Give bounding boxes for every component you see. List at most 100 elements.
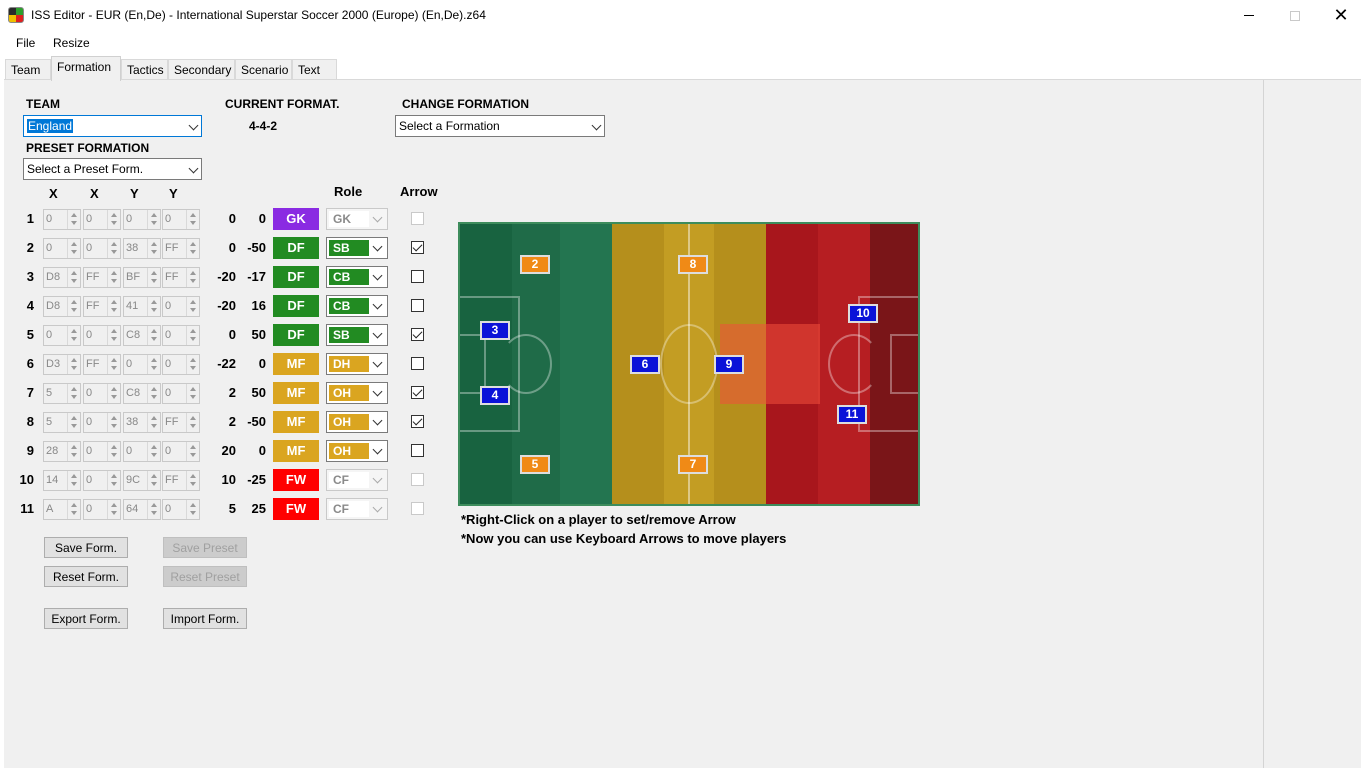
spinner-arrows-icon[interactable] bbox=[186, 210, 199, 229]
spinner-arrows-icon[interactable] bbox=[107, 384, 120, 403]
spinner-arrows-icon[interactable] bbox=[186, 297, 199, 316]
save-preset-button[interactable]: Save Preset bbox=[163, 537, 247, 558]
coordinate-spinner-x1[interactable]: 28 bbox=[43, 441, 81, 462]
close-button[interactable]: ✕ bbox=[1318, 0, 1364, 31]
arrow-checkbox[interactable] bbox=[411, 357, 424, 370]
spinner-arrows-icon[interactable] bbox=[107, 239, 120, 258]
spinner-arrows-icon[interactable] bbox=[147, 355, 160, 374]
role-select[interactable]: GK bbox=[326, 208, 388, 230]
tab-secondary[interactable]: Secondary bbox=[168, 59, 235, 80]
coordinate-spinner-x2[interactable]: 0 bbox=[83, 325, 121, 346]
arrow-checkbox[interactable] bbox=[411, 415, 424, 428]
spinner-arrows-icon[interactable] bbox=[107, 210, 120, 229]
coordinate-spinner-x2[interactable]: 0 bbox=[83, 441, 121, 462]
pitch-player-2[interactable]: 2 bbox=[520, 255, 550, 274]
coordinate-spinner-y1[interactable]: 0 bbox=[123, 354, 161, 375]
spinner-arrows-icon[interactable] bbox=[147, 384, 160, 403]
role-select[interactable]: DH bbox=[326, 353, 388, 375]
role-select[interactable]: SB bbox=[326, 237, 388, 259]
spinner-arrows-icon[interactable] bbox=[186, 471, 199, 490]
coordinate-spinner-x2[interactable]: FF bbox=[83, 354, 121, 375]
role-select[interactable]: CF bbox=[326, 498, 388, 520]
coordinate-spinner-x2[interactable]: FF bbox=[83, 267, 121, 288]
spinner-arrows-icon[interactable] bbox=[67, 239, 80, 258]
spinner-arrows-icon[interactable] bbox=[186, 326, 199, 345]
spinner-arrows-icon[interactable] bbox=[67, 413, 80, 432]
spinner-arrows-icon[interactable] bbox=[147, 471, 160, 490]
coordinate-spinner-y1[interactable]: 38 bbox=[123, 412, 161, 433]
coordinate-spinner-x2[interactable]: 0 bbox=[83, 383, 121, 404]
coordinate-spinner-x1[interactable]: A bbox=[43, 499, 81, 520]
coordinate-spinner-x2[interactable]: 0 bbox=[83, 209, 121, 230]
spinner-arrows-icon[interactable] bbox=[107, 326, 120, 345]
spinner-arrows-icon[interactable] bbox=[67, 210, 80, 229]
spinner-arrows-icon[interactable] bbox=[147, 210, 160, 229]
coordinate-spinner-y2[interactable]: FF bbox=[162, 238, 200, 259]
spinner-arrows-icon[interactable] bbox=[186, 384, 199, 403]
pitch-player-6[interactable]: 6 bbox=[630, 355, 660, 374]
coordinate-spinner-x2[interactable]: 0 bbox=[83, 499, 121, 520]
coordinate-spinner-y2[interactable]: 0 bbox=[162, 325, 200, 346]
maximize-button[interactable] bbox=[1272, 0, 1318, 31]
pitch-player-7[interactable]: 7 bbox=[678, 455, 708, 474]
spinner-arrows-icon[interactable] bbox=[67, 297, 80, 316]
coordinate-spinner-y2[interactable]: FF bbox=[162, 470, 200, 491]
coordinate-spinner-x1[interactable]: 0 bbox=[43, 209, 81, 230]
spinner-arrows-icon[interactable] bbox=[107, 297, 120, 316]
spinner-arrows-icon[interactable] bbox=[186, 268, 199, 287]
spinner-arrows-icon[interactable] bbox=[107, 413, 120, 432]
spinner-arrows-icon[interactable] bbox=[147, 268, 160, 287]
export-form-button[interactable]: Export Form. bbox=[44, 608, 128, 629]
pitch-player-11[interactable]: 11 bbox=[837, 405, 867, 424]
tab-formation[interactable]: Formation bbox=[51, 56, 121, 81]
arrow-checkbox[interactable] bbox=[411, 386, 424, 399]
coordinate-spinner-y1[interactable]: BF bbox=[123, 267, 161, 288]
coordinate-spinner-y2[interactable]: 0 bbox=[162, 354, 200, 375]
coordinate-spinner-x1[interactable]: D3 bbox=[43, 354, 81, 375]
coordinate-spinner-y2[interactable]: 0 bbox=[162, 499, 200, 520]
spinner-arrows-icon[interactable] bbox=[67, 442, 80, 461]
preset-formation-select[interactable]: Select a Preset Form. bbox=[23, 158, 202, 180]
arrow-checkbox[interactable] bbox=[411, 328, 424, 341]
coordinate-spinner-y1[interactable]: C8 bbox=[123, 383, 161, 404]
spinner-arrows-icon[interactable] bbox=[186, 355, 199, 374]
coordinate-spinner-y1[interactable]: 0 bbox=[123, 209, 161, 230]
coordinate-spinner-x1[interactable]: 0 bbox=[43, 325, 81, 346]
tab-tactics[interactable]: Tactics bbox=[121, 59, 168, 80]
spinner-arrows-icon[interactable] bbox=[67, 268, 80, 287]
coordinate-spinner-x2[interactable]: 0 bbox=[83, 412, 121, 433]
coordinate-spinner-y2[interactable]: 0 bbox=[162, 209, 200, 230]
spinner-arrows-icon[interactable] bbox=[147, 326, 160, 345]
change-formation-select[interactable]: Select a Formation bbox=[395, 115, 605, 137]
pitch-player-3[interactable]: 3 bbox=[480, 321, 510, 340]
menu-file[interactable]: File bbox=[16, 36, 35, 50]
spinner-arrows-icon[interactable] bbox=[107, 471, 120, 490]
reset-preset-button[interactable]: Reset Preset bbox=[163, 566, 247, 587]
coordinate-spinner-y2[interactable]: FF bbox=[162, 412, 200, 433]
pitch-player-4[interactable]: 4 bbox=[480, 386, 510, 405]
coordinate-spinner-x1[interactable]: 5 bbox=[43, 412, 81, 433]
spinner-arrows-icon[interactable] bbox=[147, 297, 160, 316]
team-select[interactable]: England bbox=[23, 115, 202, 137]
coordinate-spinner-y1[interactable]: 41 bbox=[123, 296, 161, 317]
spinner-arrows-icon[interactable] bbox=[186, 413, 199, 432]
pitch-player-8[interactable]: 8 bbox=[678, 255, 708, 274]
pitch-player-10[interactable]: 10 bbox=[848, 304, 878, 323]
role-select[interactable]: OH bbox=[326, 411, 388, 433]
coordinate-spinner-y1[interactable]: 38 bbox=[123, 238, 161, 259]
spinner-arrows-icon[interactable] bbox=[67, 500, 80, 519]
coordinate-spinner-y2[interactable]: 0 bbox=[162, 441, 200, 462]
spinner-arrows-icon[interactable] bbox=[107, 268, 120, 287]
coordinate-spinner-y2[interactable]: 0 bbox=[162, 296, 200, 317]
coordinate-spinner-y2[interactable]: 0 bbox=[162, 383, 200, 404]
coordinate-spinner-x1[interactable]: 0 bbox=[43, 238, 81, 259]
coordinate-spinner-x2[interactable]: 0 bbox=[83, 238, 121, 259]
arrow-checkbox[interactable] bbox=[411, 502, 424, 515]
spinner-arrows-icon[interactable] bbox=[107, 500, 120, 519]
role-select[interactable]: CB bbox=[326, 266, 388, 288]
arrow-checkbox[interactable] bbox=[411, 212, 424, 225]
role-select[interactable]: CB bbox=[326, 295, 388, 317]
spinner-arrows-icon[interactable] bbox=[147, 413, 160, 432]
coordinate-spinner-y2[interactable]: FF bbox=[162, 267, 200, 288]
spinner-arrows-icon[interactable] bbox=[186, 500, 199, 519]
